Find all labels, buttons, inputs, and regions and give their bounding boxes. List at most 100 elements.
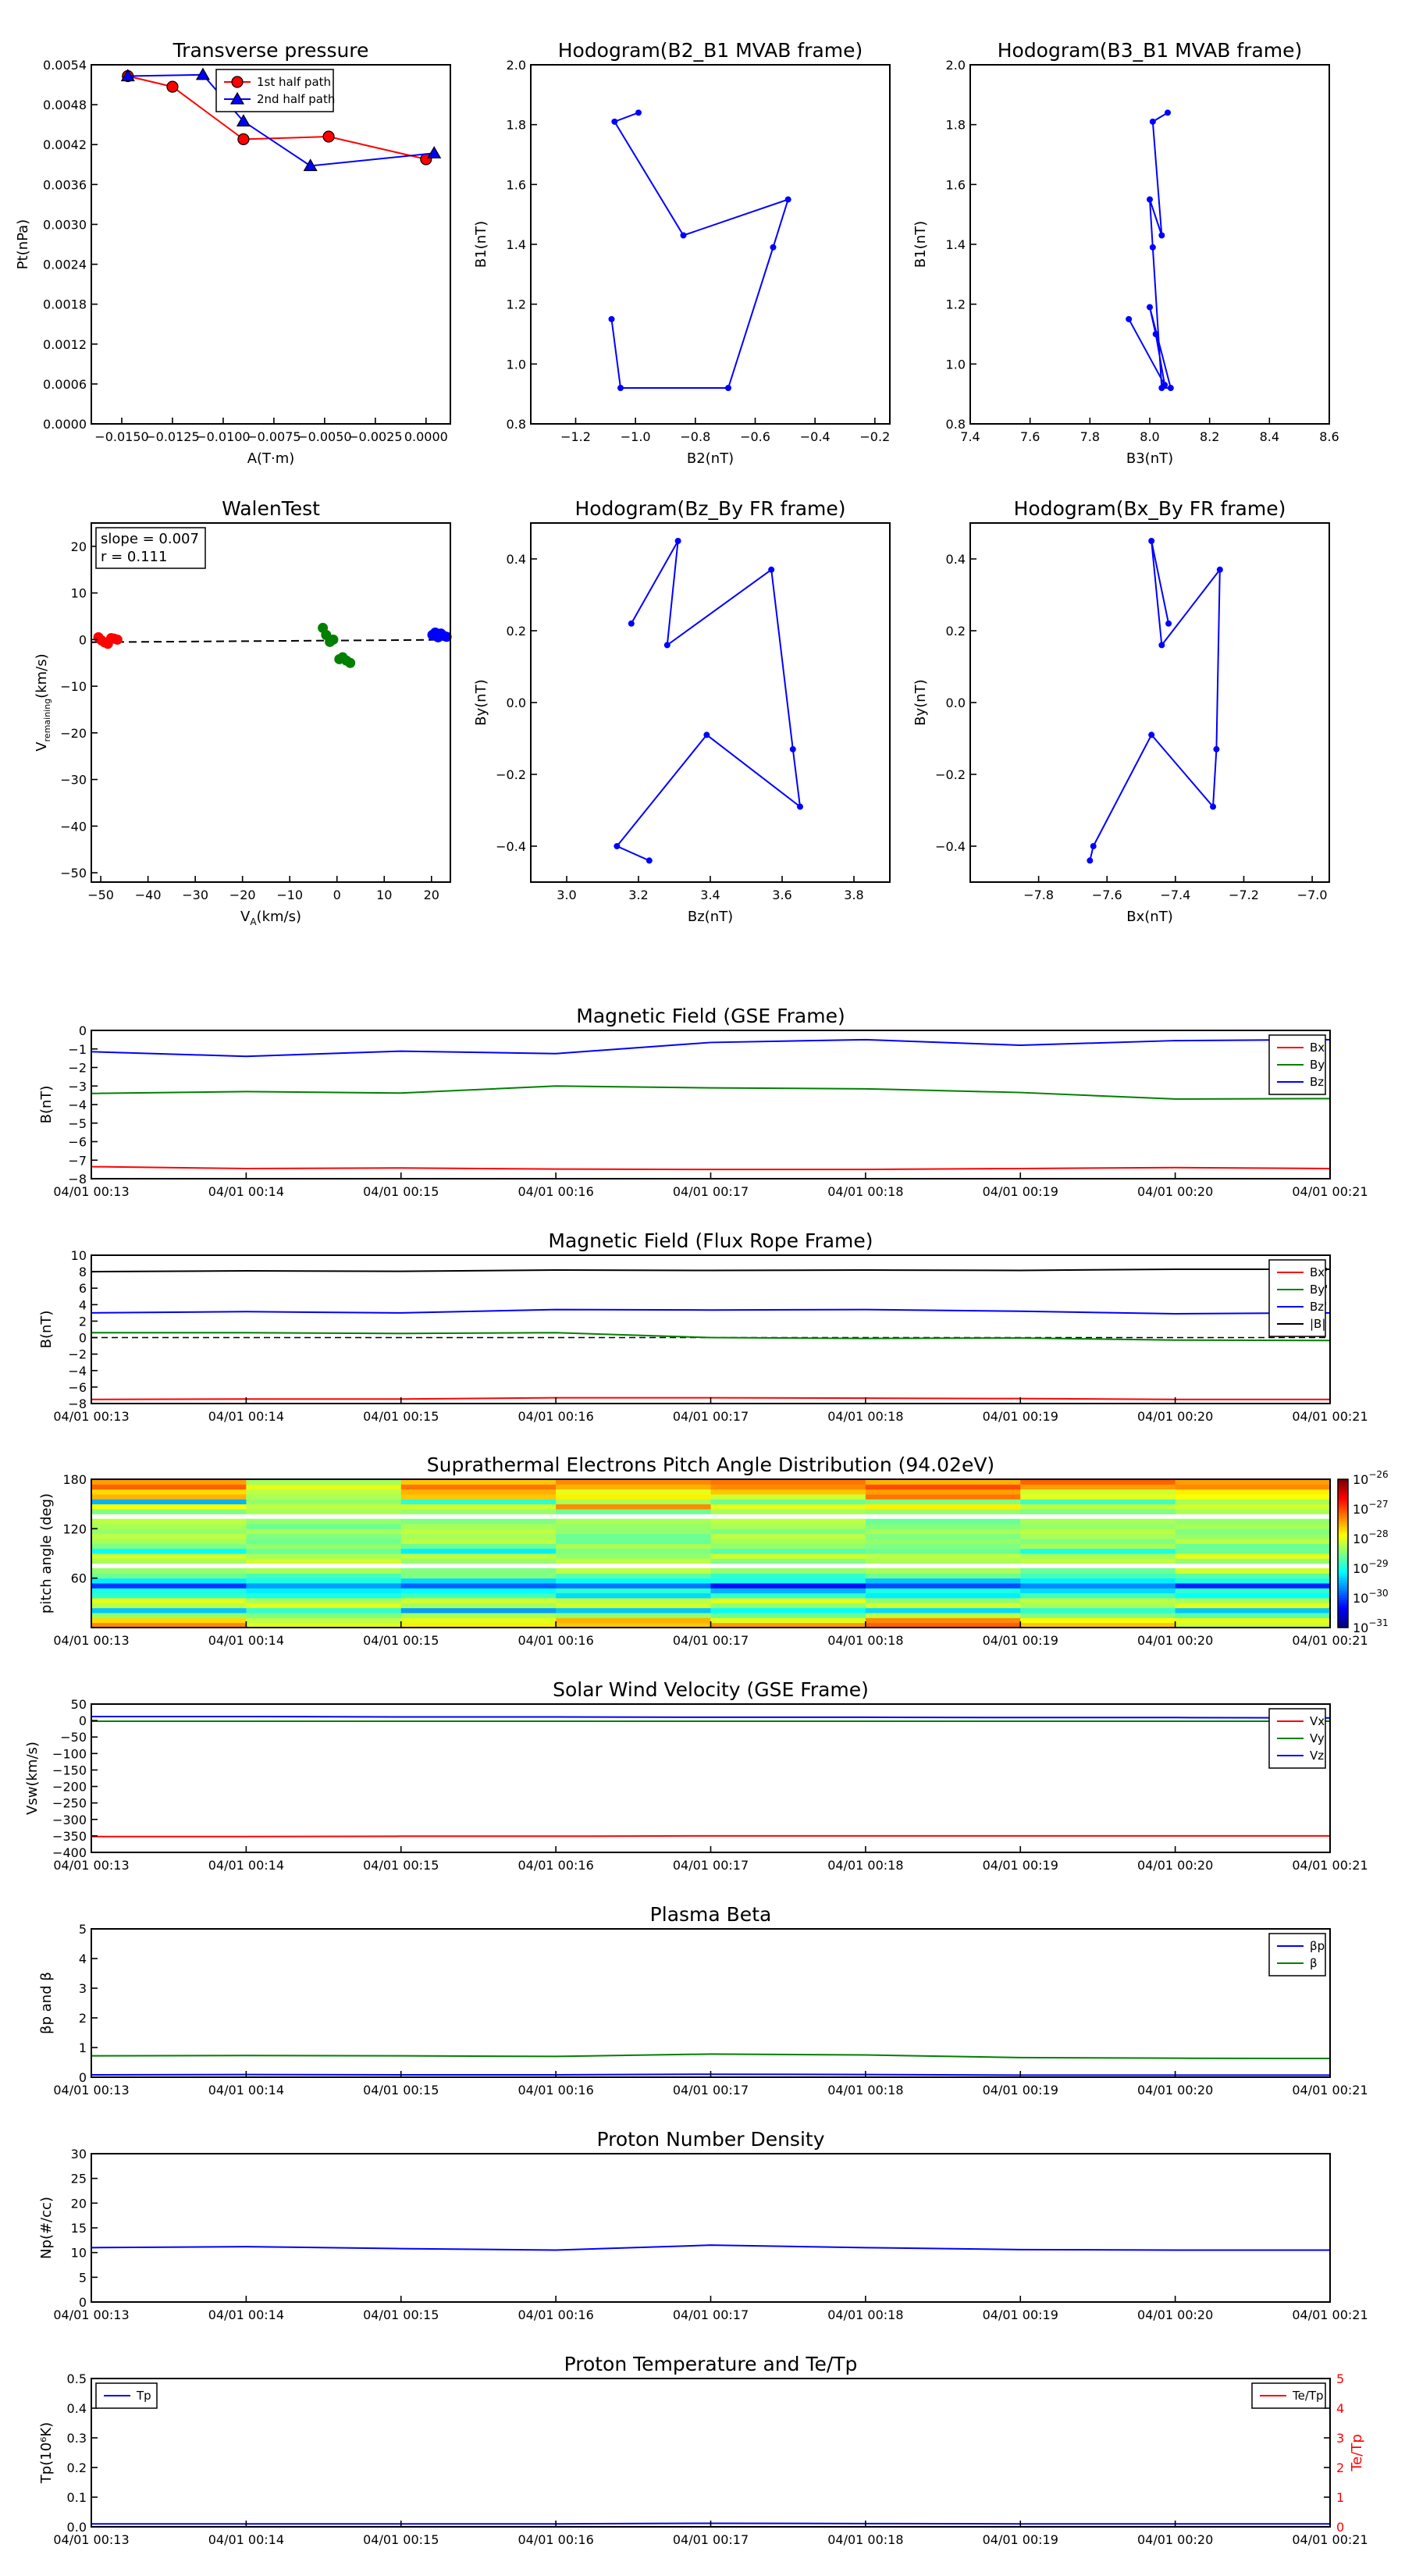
data-point: [1087, 857, 1094, 864]
y-tick-label: −8: [68, 1397, 87, 1411]
y-tick-label: −400: [52, 1845, 87, 1860]
heatmap-cell: [1175, 1592, 1331, 1599]
y-tick-label: 6: [79, 1281, 87, 1296]
data-point: [1149, 118, 1156, 125]
plot-title: Proton Temperature and Te/Tp: [564, 2353, 858, 2375]
y-tick-label: −4: [68, 1098, 87, 1112]
panel-proton-density: Proton Number Density 04/01 00:13 04/01 00…: [38, 2128, 1368, 2322]
panel-proton-temperature: Proton Temperature and Te/Tp04/01 00:13 0…: [38, 2353, 1368, 2547]
colorbar-segment: [1338, 1501, 1348, 1505]
heatmap-cell: [556, 1603, 711, 1609]
colorbar-segment: [1338, 1546, 1348, 1550]
time-tick-label: 04/01 00:20: [1137, 1633, 1213, 1648]
y-tick-label: 0: [1336, 2520, 1344, 2535]
plot-frame: [530, 522, 891, 883]
x-tick-label: 3.2: [628, 888, 648, 902]
heatmap-cell: [865, 1573, 1021, 1579]
y-tick-label: −2: [68, 1347, 87, 1362]
heatmap-cell: [1020, 1583, 1176, 1589]
y-axis-label: B(nT): [38, 1086, 55, 1124]
y-tick-label: 1.8: [946, 118, 966, 133]
heatmap-cell: [710, 1524, 866, 1529]
heatmap-cell: [91, 1583, 247, 1589]
x-axis-label: B3(nT): [1126, 450, 1173, 467]
heatmap-cell: [710, 1503, 866, 1510]
heatmap-cell: [1175, 1578, 1331, 1584]
y-tick-label: 20: [71, 539, 87, 554]
panel-suprathermal-pad: Suprathermal Electrons Pitch Angle Distr…: [38, 1453, 1389, 1648]
legend-label: Vx: [1310, 1714, 1325, 1728]
series-line: [1089, 540, 1221, 861]
heatmap-cell: [865, 1533, 1021, 1539]
heatmap-cell: [1175, 1524, 1331, 1529]
y-tick-label: −10: [60, 679, 87, 694]
time-tick-label: 04/01 00:18: [827, 2307, 903, 2322]
plot-frame: [91, 1703, 1331, 1853]
colorbar-segment: [1338, 1521, 1348, 1525]
y-tick-label: 50: [71, 1697, 87, 1712]
legend-label: 2nd half path: [257, 92, 335, 106]
y-tick-label: 0.0036: [43, 177, 87, 192]
data-point: [1149, 244, 1156, 251]
heatmap-cell: [865, 1479, 1021, 1485]
data-point: [1161, 382, 1168, 389]
heatmap-cell: [1175, 1558, 1331, 1564]
heatmap-cell: [400, 1583, 557, 1589]
heatmap-cell: [400, 1617, 557, 1624]
time-tick-label: 04/01 00:14: [208, 1858, 284, 1873]
heatmap-cell: [1175, 1603, 1331, 1609]
data-point: [427, 146, 442, 158]
colorbar-segment: [1338, 1565, 1348, 1569]
time-tick-label: 04/01 00:19: [983, 1633, 1058, 1648]
heatmap-cell: [556, 1533, 711, 1539]
time-tick-label: 04/01 00:20: [1137, 1184, 1213, 1199]
y-tick-label: 0.0042: [43, 137, 87, 152]
x-tick-label: −7.6: [1092, 888, 1122, 902]
x-axis-label: Bx(nT): [1126, 909, 1172, 925]
heatmap-cell: [556, 1607, 711, 1614]
x-tick-label: −30: [182, 888, 208, 902]
heatmap-cell: [865, 1598, 1021, 1603]
panel-hodogram-b2-b1: Hodogram(B2_B1 MVAB frame) −1.2 −1.0 −0.8 −0…: [473, 39, 891, 467]
plot-title: Hodogram(Bx_By FR frame): [1014, 497, 1286, 520]
data-point: [1147, 304, 1153, 311]
heatmap-cell: [1020, 1494, 1176, 1500]
colorbar-segment: [1338, 1600, 1348, 1603]
legend-label: |B|: [1310, 1317, 1325, 1331]
y-tick-label: −100: [52, 1746, 87, 1761]
heatmap-cell: [91, 1503, 247, 1510]
x-tick-label: −0.0025: [348, 429, 402, 444]
y-tick-label: 0: [79, 2295, 87, 2310]
panel-magnetic-field-gse: Magnetic Field (GSE Frame) 04/01 00:13 04/…: [38, 1005, 1368, 1199]
y-tick-label: 0.0: [507, 696, 526, 710]
time-tick-label: 04/01 00:20: [1137, 2532, 1213, 2547]
y-tick-label: −40: [60, 819, 87, 834]
colorbar-segment: [1338, 1588, 1348, 1591]
y-tick-label: −0.2: [496, 767, 526, 782]
heatmap-cell: [1175, 1568, 1331, 1574]
time-tick-label: 04/01 00:19: [983, 2083, 1058, 2097]
heatmap-cell: [400, 1558, 557, 1564]
data-point: [611, 118, 618, 125]
colorbar-segment: [1338, 1518, 1348, 1522]
series-line: [615, 540, 802, 862]
heatmap-cell: [91, 1539, 247, 1544]
heatmap-cell: [1175, 1489, 1331, 1495]
y-tick-label: −50: [60, 866, 87, 881]
heatmap-cell: [865, 1503, 1021, 1510]
heatmap-cell: [91, 1533, 247, 1539]
series-line: [91, 1165, 1331, 1171]
heatmap-cell: [710, 1573, 866, 1579]
heatmap-cell: [1175, 1607, 1331, 1614]
heatmap-cell: [556, 1479, 711, 1485]
time-tick-label: 04/01 00:21: [1292, 1858, 1368, 1873]
panel-transverse-pressure: Transverse pressure −0.0150−0.0125−0.0100…: [15, 39, 451, 467]
heatmap-cell: [400, 1568, 557, 1574]
y-tick-label: 3: [79, 1981, 87, 1996]
y-tick-label: 0.2: [67, 2460, 87, 2475]
colorbar-segment: [1338, 1499, 1348, 1502]
time-tick-label: 04/01 00:21: [1292, 2307, 1368, 2322]
heatmap-cell: [710, 1607, 866, 1614]
heatmap-cell: [865, 1603, 1021, 1609]
legend-label: By': [1310, 1283, 1328, 1297]
